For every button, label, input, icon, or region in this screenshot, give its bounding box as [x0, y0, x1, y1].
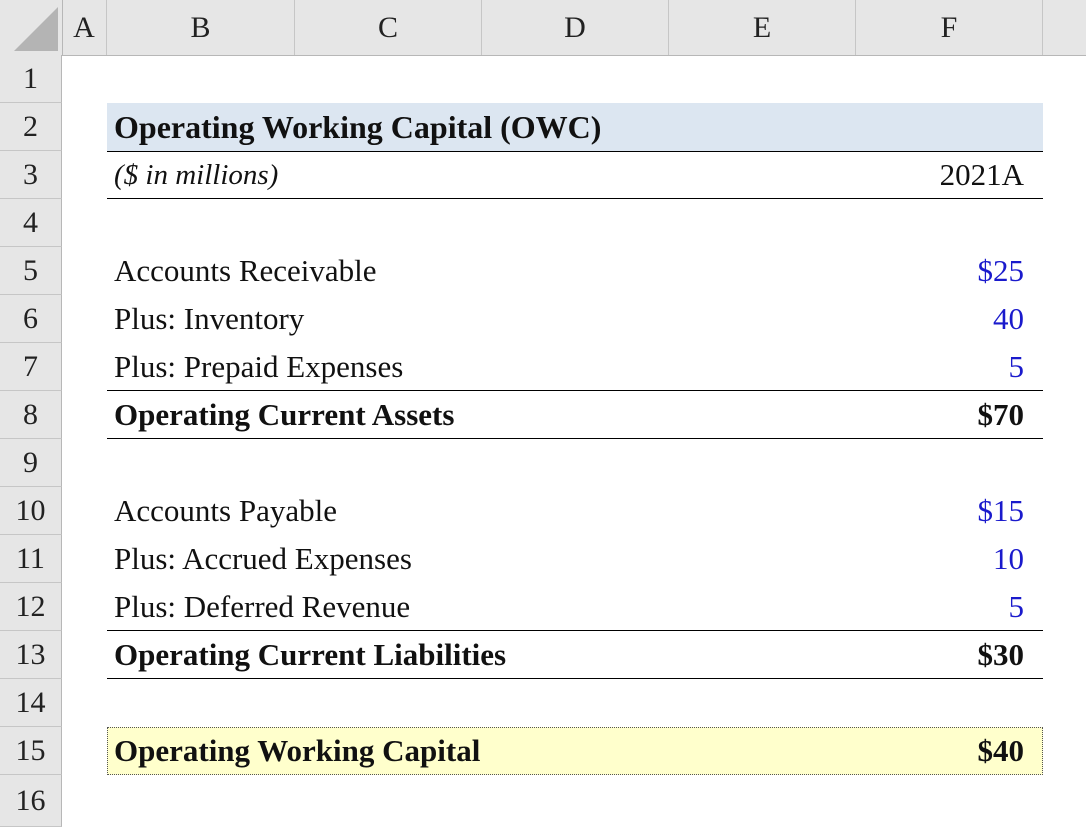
row-header-3[interactable]: 3 [0, 151, 62, 199]
row-header-14[interactable]: 14 [0, 679, 62, 727]
column-header-e[interactable]: E [669, 0, 856, 55]
column-header-d[interactable]: D [482, 0, 669, 55]
column-header-g[interactable] [1043, 0, 1086, 55]
prepaid-expenses-value[interactable]: 5 [1009, 343, 1025, 391]
inventory-value[interactable]: 40 [993, 295, 1024, 343]
period-header[interactable]: 2021A [940, 151, 1024, 199]
row-header-1[interactable]: 1 [0, 55, 62, 103]
row-header-16[interactable]: 16 [0, 775, 62, 827]
row-header-15[interactable]: 15 [0, 727, 62, 775]
accounts-payable-value[interactable]: $15 [978, 487, 1025, 535]
row-header-5[interactable]: 5 [0, 247, 62, 295]
row-header-4[interactable]: 4 [0, 199, 62, 247]
units-note[interactable]: ($ in millions) [114, 151, 278, 199]
sheet-title[interactable]: Operating Working Capital (OWC) [114, 103, 601, 151]
accounts-payable-label[interactable]: Accounts Payable [114, 487, 337, 535]
deferred-revenue-label[interactable]: Plus: Deferred Revenue [114, 583, 410, 631]
row-header-10[interactable]: 10 [0, 487, 62, 535]
column-header-c[interactable]: C [295, 0, 482, 55]
operating-working-capital-label[interactable]: Operating Working Capital [114, 727, 480, 775]
row-header-13[interactable]: 13 [0, 631, 62, 679]
select-all-triangle-icon [14, 7, 58, 51]
row-header-11[interactable]: 11 [0, 535, 62, 583]
row-header-7[interactable]: 7 [0, 343, 62, 391]
operating-current-assets-value[interactable]: $70 [978, 391, 1025, 439]
column-header-bar: A B C D E F [0, 0, 1086, 56]
operating-working-capital-value[interactable]: $40 [978, 727, 1025, 775]
column-header-a[interactable]: A [62, 0, 107, 55]
spreadsheet-grid: A B C D E F 1 2 3 4 5 6 7 8 9 10 11 12 1… [0, 0, 1086, 827]
operating-current-liabilities-label[interactable]: Operating Current Liabilities [114, 631, 506, 679]
operating-current-liabilities-value[interactable]: $30 [978, 631, 1025, 679]
accounts-receivable-label[interactable]: Accounts Receivable [114, 247, 377, 295]
accrued-expenses-label[interactable]: Plus: Accrued Expenses [114, 535, 412, 583]
row-header-8[interactable]: 8 [0, 391, 62, 439]
accrued-expenses-value[interactable]: 10 [993, 535, 1024, 583]
row-header-9[interactable]: 9 [0, 439, 62, 487]
prepaid-expenses-label[interactable]: Plus: Prepaid Expenses [114, 343, 403, 391]
column-header-b[interactable]: B [107, 0, 295, 55]
row-header-6[interactable]: 6 [0, 295, 62, 343]
row-header-2[interactable]: 2 [0, 103, 62, 151]
deferred-revenue-value[interactable]: 5 [1009, 583, 1025, 631]
accounts-receivable-value[interactable]: $25 [978, 247, 1025, 295]
select-all-button[interactable] [0, 0, 63, 55]
column-header-f[interactable]: F [856, 0, 1043, 55]
row-header-12[interactable]: 12 [0, 583, 62, 631]
operating-current-assets-label[interactable]: Operating Current Assets [114, 391, 454, 439]
inventory-label[interactable]: Plus: Inventory [114, 295, 304, 343]
